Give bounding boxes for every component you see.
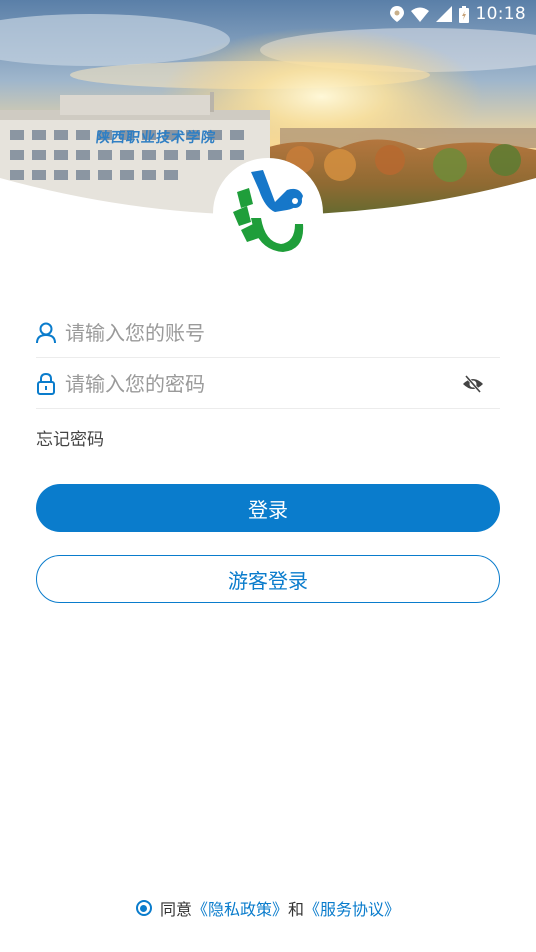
password-input[interactable] (65, 371, 458, 396)
status-bar: 10:18 (0, 0, 536, 28)
school-logo (213, 158, 323, 268)
status-time: 10:18 (475, 4, 526, 24)
agreement-row: 同意 《隐私政策》 和 《服务协议》 (0, 896, 536, 920)
signal-icon (435, 6, 452, 22)
school-logo-icon (233, 170, 304, 252)
lock-icon (36, 372, 56, 396)
login-screen: 陕西职业技术学院 10:18 请输入您的账号 忘记密码 登录 游客登录 同意 《… (0, 0, 536, 952)
radio-dot-icon (140, 904, 148, 912)
guest-login-button[interactable]: 游客登录 (36, 555, 500, 603)
privacy-policy-link[interactable]: 《隐私政策》 (192, 896, 288, 920)
battery-icon (458, 5, 469, 23)
forgot-password-link[interactable]: 忘记密码 (36, 425, 104, 450)
wifi-icon (410, 7, 429, 22)
account-field (36, 308, 500, 358)
password-visibility-toggle[interactable] (458, 369, 488, 399)
location-icon (389, 6, 404, 22)
and-text: 和 (288, 900, 305, 919)
campus-sign: 陕西职业技术学院 (95, 130, 217, 146)
account-input[interactable] (65, 320, 500, 345)
login-button[interactable]: 登录 (36, 484, 500, 532)
service-agreement-link[interactable]: 《服务协议》 (304, 896, 400, 920)
agree-text: 同意 (159, 900, 192, 919)
agreement-radio[interactable] (135, 900, 152, 916)
eye-off-icon (463, 374, 483, 393)
user-icon (36, 321, 56, 345)
password-field (36, 359, 500, 409)
